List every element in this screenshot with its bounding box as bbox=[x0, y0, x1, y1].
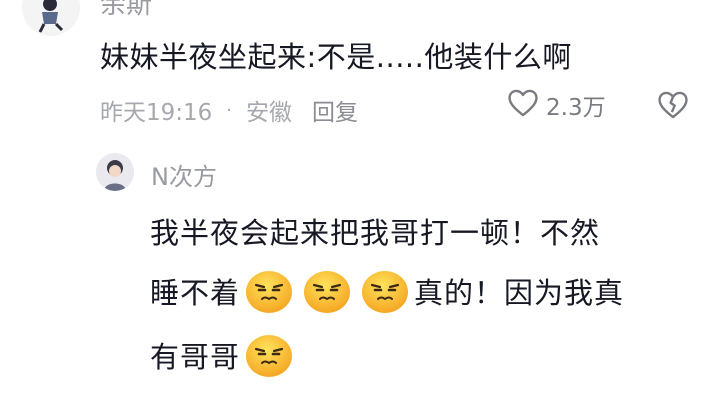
annoyed-face-emoji-icon bbox=[244, 330, 294, 380]
comment-author[interactable]: 余斯 bbox=[100, 0, 152, 21]
comment-text: 妹妹半夜坐起来:不是.....他装什么啊 bbox=[100, 40, 572, 74]
reply-text-segment: 真的！因为我真 bbox=[414, 276, 625, 310]
reply-text-line: 有哥哥 bbox=[150, 330, 298, 380]
annoyed-face-emoji-icon bbox=[244, 266, 294, 316]
reply-text-line: 睡不着 真的！因为我真 bbox=[150, 266, 624, 316]
reply-text-segment: 睡不着 bbox=[150, 276, 241, 310]
heart-icon bbox=[506, 86, 540, 124]
reply-avatar[interactable] bbox=[96, 153, 134, 191]
like-button[interactable]: 2.3万 bbox=[506, 86, 606, 124]
separator-dot: · bbox=[226, 99, 233, 121]
like-count: 2.3万 bbox=[546, 95, 606, 121]
reply-button[interactable]: 回复 bbox=[312, 93, 358, 127]
annoyed-face-emoji-icon bbox=[302, 266, 352, 316]
reply-author[interactable]: N次方 bbox=[151, 157, 217, 192]
reply-text-line: 我半夜会起来把我哥打一顿！不然 bbox=[150, 210, 600, 252]
comment-time: 昨天19:16 bbox=[100, 100, 213, 126]
reply-text-segment: 我半夜会起来把我哥打一顿！不然 bbox=[150, 216, 601, 250]
comment-location: 安徽 bbox=[246, 100, 293, 126]
comment-meta: 昨天19:16 · 安徽 回复 bbox=[100, 93, 358, 127]
avatar[interactable] bbox=[22, 0, 80, 36]
dislike-button[interactable] bbox=[656, 88, 690, 126]
reply-text-segment: 有哥哥 bbox=[150, 340, 241, 374]
broken-heart-icon bbox=[656, 91, 690, 126]
annoyed-face-emoji-icon bbox=[360, 266, 410, 316]
